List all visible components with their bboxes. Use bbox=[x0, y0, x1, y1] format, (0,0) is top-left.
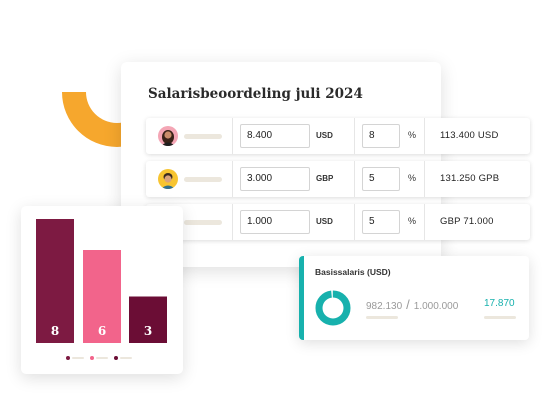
table-row: 1.000 USD 5 % GBP 71.000 bbox=[146, 204, 530, 240]
page-title: Salarisbeoordeling juli 2024 bbox=[148, 86, 363, 102]
currency-label: USD bbox=[316, 131, 333, 140]
bar-value-label: 6 bbox=[98, 324, 106, 338]
percent-sign: % bbox=[408, 216, 417, 226]
bar-value-label: 3 bbox=[144, 324, 152, 338]
remaining-budget: 17.870 bbox=[484, 298, 515, 309]
legend-placeholder bbox=[120, 357, 132, 359]
legend-dot bbox=[66, 356, 70, 360]
raise-amount-input[interactable]: 1.000 bbox=[240, 210, 310, 234]
avatar bbox=[158, 126, 178, 146]
raise-amount-input[interactable]: 8.400 bbox=[240, 124, 310, 148]
new-salary-total: 131.250 GPB bbox=[440, 173, 500, 184]
percent-sign: % bbox=[408, 130, 417, 140]
raise-percent-input[interactable]: 5 bbox=[362, 210, 400, 234]
label-placeholder bbox=[484, 316, 516, 319]
currency-label: USD bbox=[316, 217, 333, 226]
current-total: 982.130 bbox=[366, 301, 403, 312]
legend-dot bbox=[90, 356, 94, 360]
salary-amounts: 982.130/1.000.000 bbox=[366, 297, 458, 312]
legend-dot bbox=[114, 356, 118, 360]
label-placeholder bbox=[366, 316, 398, 319]
employee-name-placeholder bbox=[184, 220, 222, 225]
currency-label: GBP bbox=[316, 174, 334, 183]
bar-value-label: 8 bbox=[51, 324, 59, 338]
raise-amount-input[interactable]: 3.000 bbox=[240, 167, 310, 191]
avatar bbox=[158, 169, 178, 189]
raise-percent-input[interactable]: 5 bbox=[362, 167, 400, 191]
employee-name-placeholder bbox=[184, 177, 222, 182]
amount-separator: / bbox=[406, 297, 410, 312]
table-row: 3.000 GBP 5 % 131.250 GPB bbox=[146, 161, 530, 197]
table-row: 8.400 USD 8 % 113.400 USD bbox=[146, 118, 530, 154]
bar-chart: 8 6 3 bbox=[36, 219, 167, 360]
raise-percent-input[interactable]: 8 bbox=[362, 124, 400, 148]
new-salary-total: 113.400 USD bbox=[440, 130, 499, 141]
employee-name-placeholder bbox=[184, 134, 222, 139]
new-salary-total: GBP 71.000 bbox=[440, 216, 494, 227]
budget-total: 1.000.000 bbox=[413, 301, 459, 312]
bar-chart-card: 8 6 3 bbox=[21, 206, 183, 374]
salary-progress-donut bbox=[315, 290, 351, 326]
legend-placeholder bbox=[96, 357, 108, 359]
base-salary-title: Basissalaris (USD) bbox=[315, 267, 391, 277]
legend-placeholder bbox=[72, 357, 84, 359]
base-salary-card: Basissalaris (USD) 982.130/1.000.000 17.… bbox=[299, 256, 529, 340]
percent-sign: % bbox=[408, 173, 417, 183]
